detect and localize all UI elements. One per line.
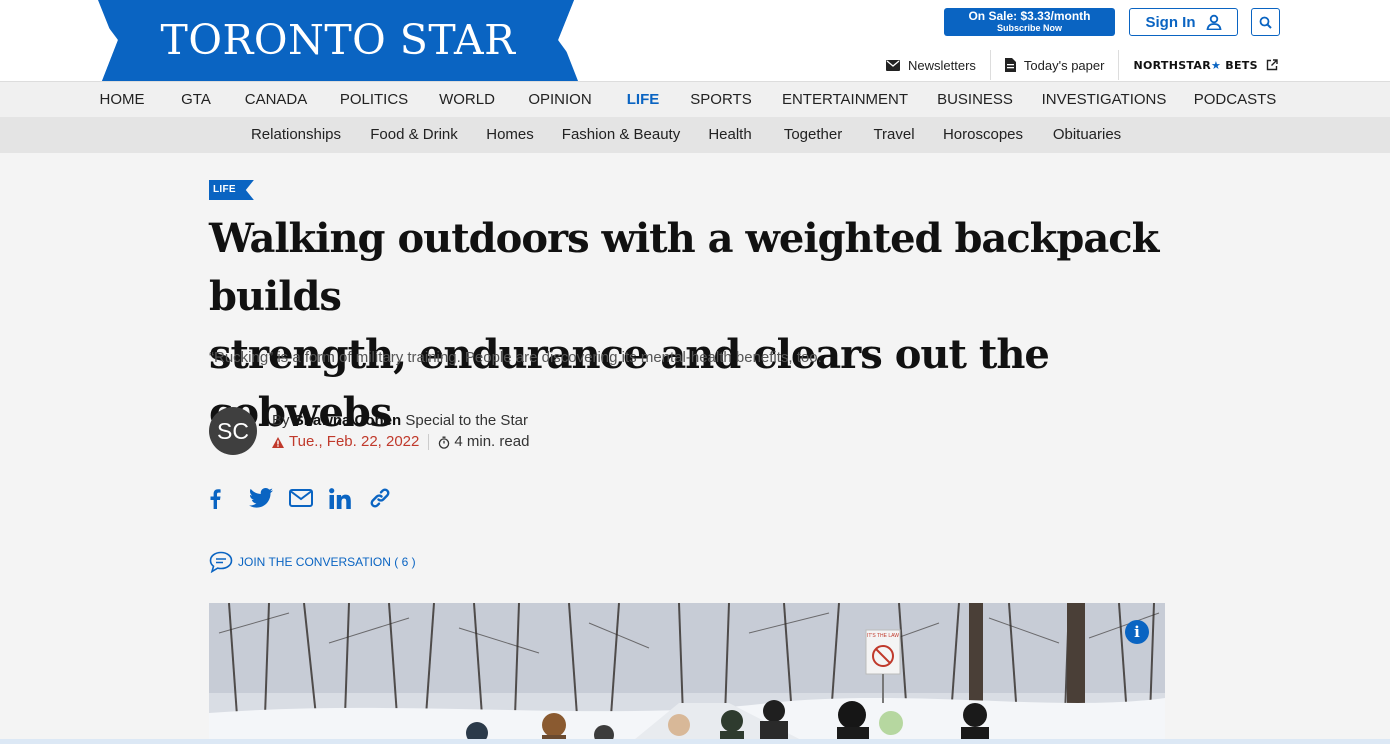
nav-item-sports[interactable]: SPORTS — [690, 82, 751, 118]
linkedin-icon — [329, 487, 351, 509]
subnav-item-food-drink[interactable]: Food & Drink — [370, 117, 458, 153]
todays-paper-label: Today's paper — [1023, 57, 1105, 73]
nav-item-politics[interactable]: POLITICS — [340, 82, 408, 118]
author-role: Special to the Star — [405, 412, 528, 429]
photo-sign-text: IT'S THE LAW — [867, 633, 899, 639]
byline-prefix: By — [272, 412, 290, 429]
newsletters-link[interactable]: Newsletters — [872, 50, 990, 80]
twitter-icon — [249, 488, 273, 508]
subnav-item-horoscopes[interactable]: Horoscopes — [943, 117, 1023, 153]
snowy-forest-image: IT'S THE LAW — [209, 603, 1165, 744]
subscribe-button[interactable]: On Sale: $3.33/month Subscribe Now — [944, 8, 1115, 36]
subnav-item-together[interactable]: Together — [784, 117, 842, 153]
stopwatch-icon — [439, 436, 450, 449]
chat-icon — [209, 551, 233, 573]
share-linkedin-button[interactable] — [329, 483, 369, 513]
nav-item-opinion[interactable]: OPINION — [528, 82, 591, 118]
sign-in-label: Sign In — [1145, 13, 1196, 31]
photo-info-button[interactable]: i — [1125, 620, 1149, 644]
newsletters-label: Newsletters — [908, 57, 976, 73]
nav-item-world[interactable]: WORLD — [439, 82, 495, 118]
newspaper-icon — [1004, 58, 1016, 72]
logo-wordmark: TORONTO STAR — [160, 16, 516, 64]
author-avatar: SC — [209, 407, 257, 455]
link-icon — [370, 488, 390, 508]
section-subnavigation: Relationships Food & Drink Homes Fashion & … — [0, 117, 1390, 153]
nav-item-entertainment[interactable]: ENTERTAINMENT — [782, 82, 908, 118]
subnav-item-health[interactable]: Health — [708, 117, 751, 153]
nav-item-home[interactable]: HOME — [100, 82, 145, 118]
share-facebook-button[interactable] — [209, 483, 249, 513]
hero-photo[interactable]: IT'S THE LAW — [209, 603, 1165, 744]
subnav-item-travel[interactable]: Travel — [873, 117, 914, 153]
article-dek: “Rucking” is a form of military training… — [209, 349, 822, 366]
share-bar — [209, 483, 409, 513]
bottom-strip — [0, 739, 1390, 744]
publish-date: Tue., Feb. 22, 2022 — [272, 432, 419, 452]
author-name[interactable]: Shawna Cohen — [294, 412, 402, 429]
read-time-text: 4 min. read — [454, 433, 530, 450]
search-icon — [1259, 16, 1272, 29]
toronto-star-logo[interactable]: TORONTO STAR — [88, 0, 588, 81]
subnav-item-obituaries[interactable]: Obituaries — [1053, 117, 1121, 153]
article-headline: Walking outdoors with a weighted backpac… — [209, 210, 1189, 442]
dateline: Tue., Feb. 22, 2022 4 min. read — [272, 432, 529, 452]
main-navigation: HOME GTA CANADA POLITICS WORLD OPINION LIFE SPO… — [0, 81, 1390, 117]
northstar-bets-logo: NORTHSTAR★ BETS — [1133, 58, 1258, 72]
todays-paper-link[interactable]: Today's paper — [991, 50, 1119, 80]
subnav-item-homes[interactable]: Homes — [486, 117, 534, 153]
site-header: TORONTO STAR On Sale: $3.33/month Subscr… — [0, 0, 1390, 81]
northstar-bets-link[interactable]: NORTHSTAR★ BETS — [1119, 50, 1291, 80]
subscribe-now-label: Subscribe Now — [996, 23, 1062, 33]
divider — [428, 434, 430, 450]
nav-item-life[interactable]: LIFE — [627, 82, 660, 118]
subnav-item-relationships[interactable]: Relationships — [251, 117, 341, 153]
publish-date-text: Tue., Feb. 22, 2022 — [289, 433, 420, 450]
read-time: 4 min. read — [438, 432, 529, 452]
byline: By Shawna Cohen Special to the Star — [272, 411, 528, 431]
subnav-item-fashion-beauty[interactable]: Fashion & Beauty — [562, 117, 680, 153]
join-conversation-label: JOIN THE CONVERSATION ( 6 ) — [238, 555, 416, 569]
nav-item-business[interactable]: BUSINESS — [937, 82, 1013, 118]
sign-in-button[interactable]: Sign In — [1129, 8, 1238, 36]
nav-item-canada[interactable]: CANADA — [245, 82, 308, 118]
search-button[interactable] — [1251, 8, 1280, 36]
utility-links: Newsletters Today's paper NORTHSTAR★ BET… — [872, 50, 1292, 80]
share-twitter-button[interactable] — [249, 483, 289, 513]
nav-item-investigations[interactable]: INVESTIGATIONS — [1042, 82, 1167, 118]
headline-line-1: Walking outdoors with a weighted backpac… — [209, 215, 1159, 320]
user-icon — [1206, 14, 1221, 30]
nav-item-gta[interactable]: GTA — [181, 82, 211, 118]
warning-icon — [272, 436, 284, 448]
share-email-button[interactable] — [289, 483, 329, 513]
section-tag[interactable]: LIFE — [209, 180, 254, 200]
email-icon — [289, 489, 313, 507]
external-link-icon — [1266, 59, 1278, 71]
envelope-icon — [886, 59, 900, 71]
nav-item-podcasts[interactable]: PODCASTS — [1194, 82, 1277, 118]
copy-link-button[interactable] — [369, 483, 409, 513]
facebook-icon — [210, 488, 221, 509]
sale-label: On Sale: $3.33/month — [968, 9, 1091, 23]
join-conversation-link[interactable]: JOIN THE CONVERSATION ( 6 ) — [209, 551, 416, 573]
info-icon: i — [1134, 623, 1140, 641]
